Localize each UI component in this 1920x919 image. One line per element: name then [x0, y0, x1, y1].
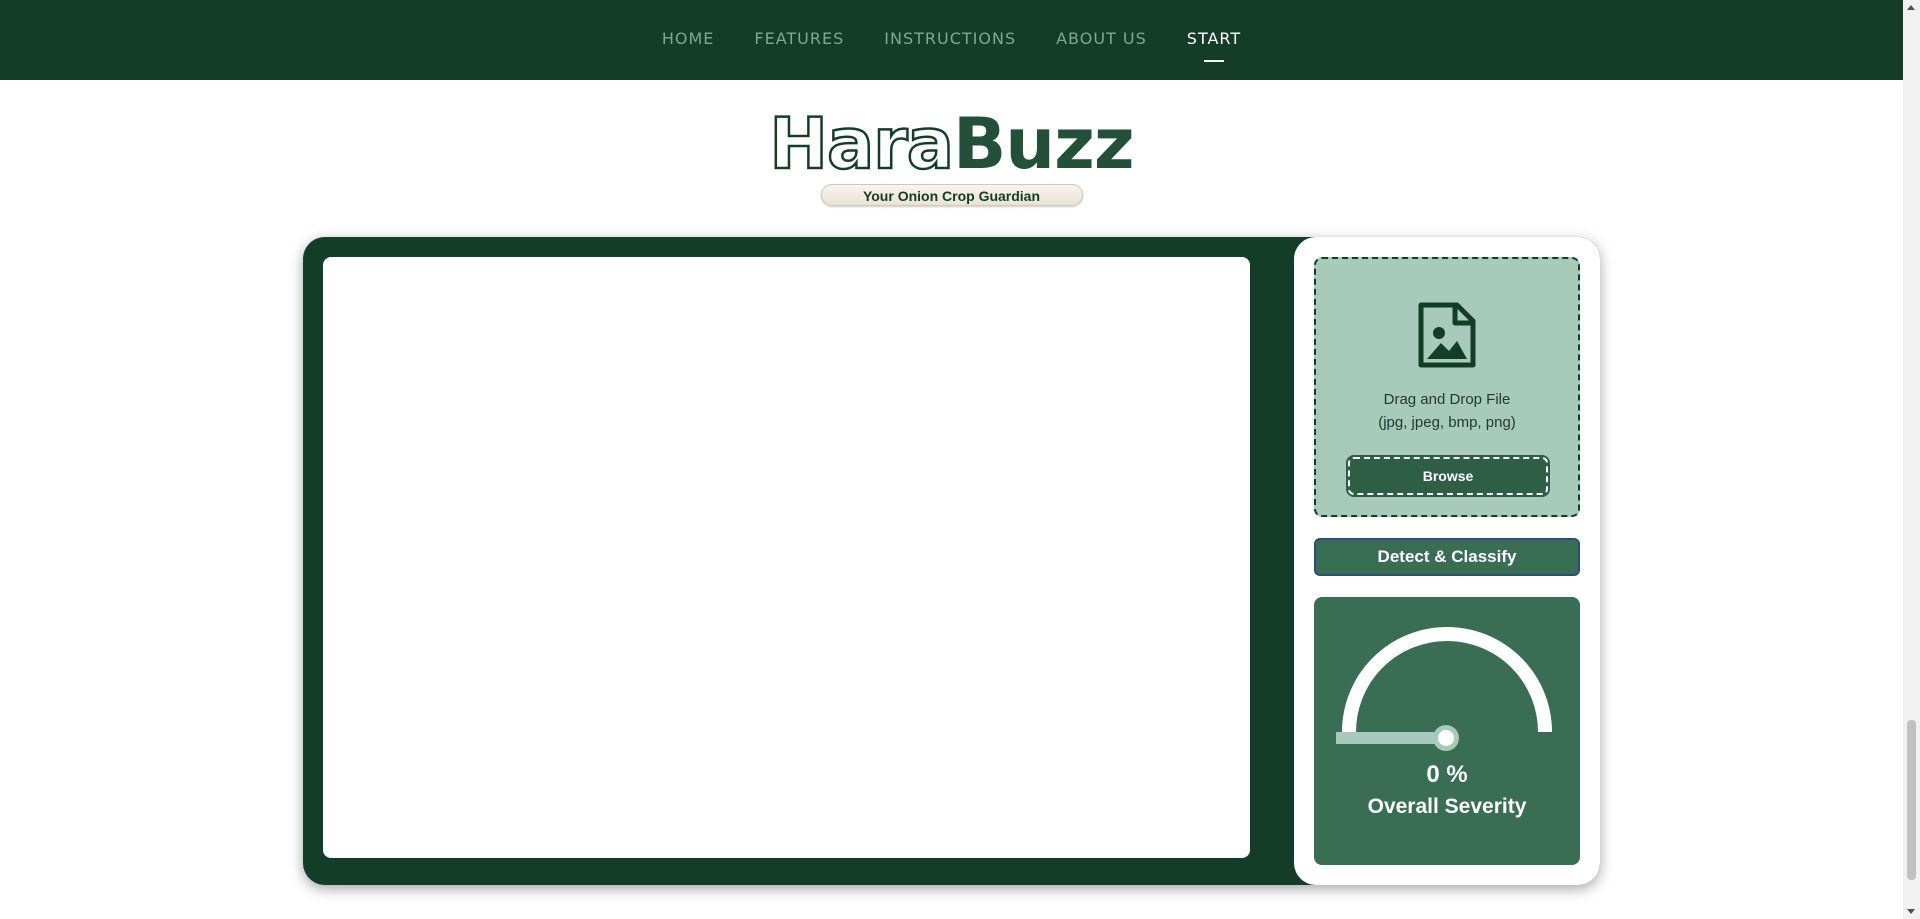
browse-button[interactable]: Browse: [1348, 457, 1548, 495]
severity-label: Overall Severity: [1367, 795, 1527, 818]
drop-instruction: Drag and Drop File: [1383, 391, 1511, 408]
scroll-up-icon[interactable]: [1907, 5, 1915, 10]
main-card: Drag and Drop File (jpg, jpeg, bmp, png)…: [303, 237, 1600, 885]
severity-value: 0 %: [1426, 761, 1468, 788]
brand-header: HaraBuzz Your Onion Crop Guardian: [0, 107, 1903, 206]
scroll-down-icon[interactable]: [1907, 909, 1915, 914]
logo-hara: Hara: [768, 103, 955, 185]
nav-features[interactable]: FEATURES: [754, 29, 844, 52]
top-navbar: HOME FEATURES INSTRUCTIONS ABOUT US STAR…: [0, 0, 1903, 80]
page-scrollbar[interactable]: [1903, 0, 1920, 919]
allowed-formats: (jpg, jpeg, bmp, png): [1378, 414, 1516, 431]
severity-card: 0 % Overall Severity: [1314, 597, 1580, 865]
severity-gauge: [1336, 627, 1552, 751]
logo-buzz: Buzz: [952, 103, 1135, 185]
tagline: Your Onion Crop Guardian: [820, 184, 1083, 206]
gauge-arc: [1342, 627, 1552, 733]
image-file-icon: [1418, 302, 1476, 368]
side-panel: Drag and Drop File (jpg, jpeg, bmp, png)…: [1294, 237, 1600, 885]
nav-instructions[interactable]: INSTRUCTIONS: [884, 29, 1016, 52]
nav-about-us[interactable]: ABOUT US: [1056, 29, 1147, 52]
scroll-thumb[interactable]: [1907, 720, 1916, 880]
nav-start[interactable]: START: [1187, 29, 1241, 52]
logo: HaraBuzz: [768, 107, 1135, 182]
detect-classify-button[interactable]: Detect & Classify: [1314, 538, 1580, 576]
image-preview-area: [323, 257, 1250, 858]
gauge-track: [1336, 732, 1446, 744]
nav-home[interactable]: HOME: [662, 29, 715, 52]
file-dropzone[interactable]: Drag and Drop File (jpg, jpeg, bmp, png)…: [1314, 257, 1580, 517]
